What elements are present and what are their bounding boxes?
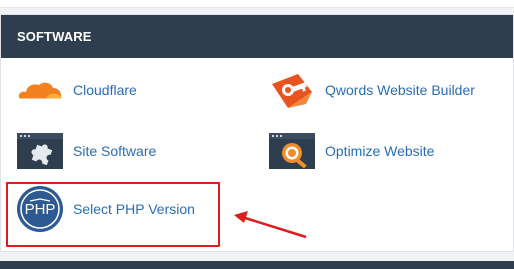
software-item-qwords-website-builder[interactable]: Qwords Website Builder bbox=[268, 70, 475, 110]
software-item-site-software[interactable]: Site Software bbox=[16, 131, 156, 171]
section-title: SOFTWARE bbox=[1, 15, 513, 58]
site-software-icon bbox=[16, 131, 64, 171]
next-section-header bbox=[0, 261, 514, 269]
highlight-box bbox=[6, 182, 220, 247]
website-builder-icon bbox=[268, 70, 316, 110]
site-software-label[interactable]: Site Software bbox=[73, 143, 156, 159]
cloudflare-icon bbox=[16, 70, 64, 110]
annotation-arrow-icon bbox=[234, 211, 307, 239]
optimize-website-label[interactable]: Optimize Website bbox=[325, 143, 434, 159]
cloudflare-label[interactable]: Cloudflare bbox=[73, 82, 137, 98]
qwords-website-builder-label[interactable]: Qwords Website Builder bbox=[325, 82, 475, 98]
top-strip bbox=[0, 0, 514, 8]
optimize-website-icon bbox=[268, 131, 316, 171]
software-item-cloudflare[interactable]: Cloudflare bbox=[16, 70, 137, 110]
software-item-optimize-website[interactable]: Optimize Website bbox=[268, 131, 434, 171]
